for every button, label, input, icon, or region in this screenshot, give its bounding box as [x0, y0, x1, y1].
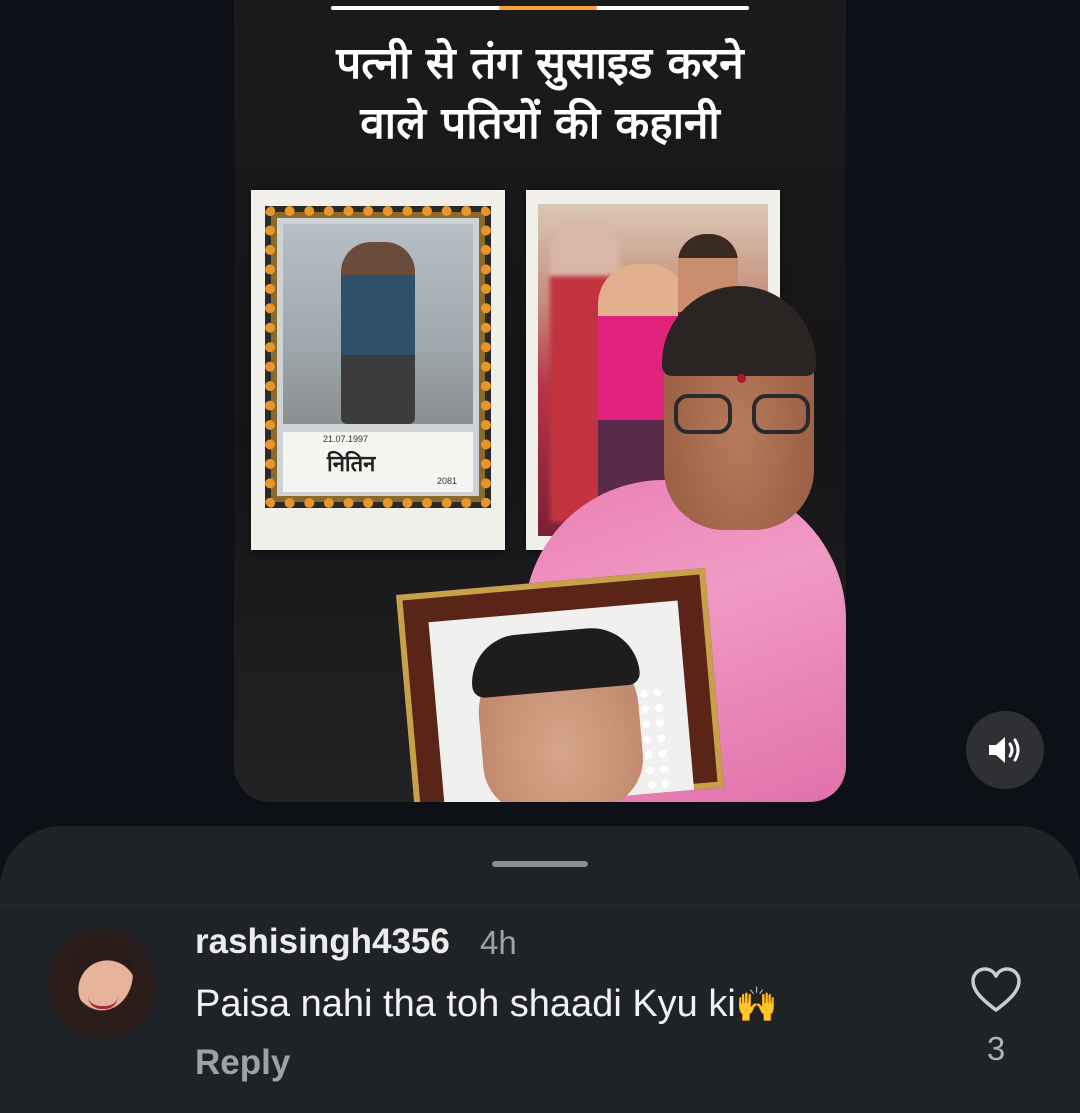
- reel-video[interactable]: पत्नी से तंग सुसाइड करने वाले पतियों की …: [234, 0, 846, 802]
- video-headline: पत्नी से तंग सुसाइड करने वाले पतियों की …: [234, 34, 846, 154]
- headline-line-1: पत्नी से तंग सुसाइड करने: [336, 38, 744, 89]
- comment-timestamp: 4h: [480, 924, 517, 961]
- comment-body: Paisa nahi tha toh shaadi Kyu ki: [195, 983, 736, 1025]
- speaker-icon: [989, 737, 1020, 763]
- comment-username[interactable]: rashisingh4356: [195, 922, 450, 962]
- framed-portrait: [396, 567, 724, 802]
- heart-outline-icon: [971, 967, 1021, 1012]
- comment-text: Paisa nahi tha toh shaadi Kyu ki🙌: [195, 983, 778, 1026]
- story-progress-fill: [499, 6, 597, 10]
- like-button[interactable]: [970, 966, 1022, 1014]
- sound-toggle-button[interactable]: [966, 711, 1044, 789]
- commenter-avatar[interactable]: [48, 930, 156, 1038]
- raising-hands-emoji: 🙌: [735, 986, 779, 1024]
- story-progress-bar: [331, 6, 749, 10]
- comments-sheet: [0, 826, 1080, 1113]
- reply-button[interactable]: Reply: [195, 1043, 290, 1083]
- sheet-drag-handle[interactable]: [492, 861, 588, 867]
- flower-garland: [265, 206, 491, 508]
- headline-line-2: वाले पतियों की कहानी: [360, 98, 720, 149]
- like-count: 3: [986, 1030, 1006, 1067]
- memorial-photo-frame: 21.07.1997 नितिन 2081: [251, 190, 505, 550]
